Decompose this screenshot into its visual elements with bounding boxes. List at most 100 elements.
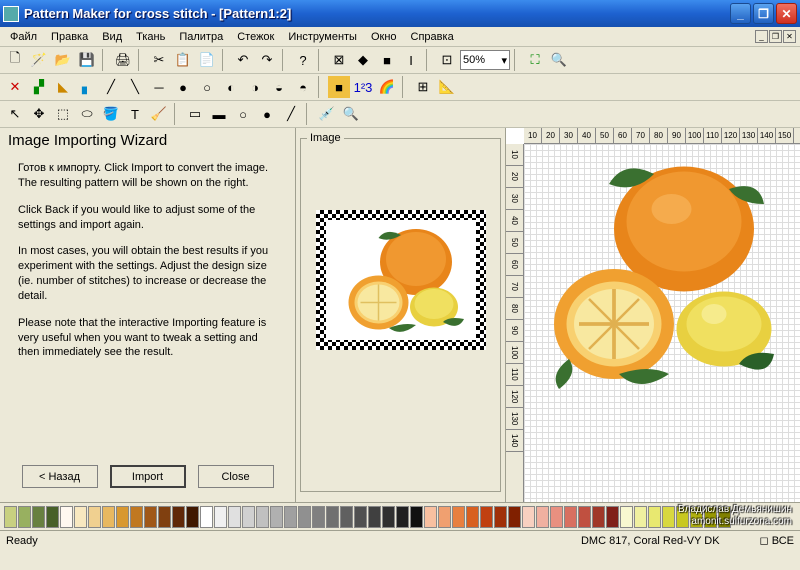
palette-color[interactable] bbox=[102, 506, 115, 528]
menu-help[interactable]: Справка bbox=[405, 29, 460, 45]
palette-color[interactable] bbox=[424, 506, 437, 528]
palette-color[interactable] bbox=[480, 506, 493, 528]
menu-palette[interactable]: Палитра bbox=[173, 29, 229, 45]
color1-icon[interactable]: ■ bbox=[328, 76, 350, 98]
mdi-restore-button[interactable]: ❐ bbox=[769, 30, 782, 43]
palette-color[interactable] bbox=[592, 506, 605, 528]
full-stitch-icon[interactable]: ✕ bbox=[4, 76, 26, 98]
mdi-minimize-button[interactable]: _ bbox=[755, 30, 768, 43]
stitch-view-icon[interactable]: ◆ bbox=[352, 49, 374, 71]
select-free-icon[interactable]: ⬭ bbox=[76, 103, 98, 125]
fit-selection-icon[interactable]: 🔍 bbox=[548, 49, 570, 71]
menu-stitch[interactable]: Стежок bbox=[231, 29, 280, 45]
palette-color[interactable] bbox=[312, 506, 325, 528]
palette-color[interactable] bbox=[228, 506, 241, 528]
palette-color[interactable] bbox=[326, 506, 339, 528]
palette-color[interactable] bbox=[214, 506, 227, 528]
wizard-icon[interactable]: 🪄 bbox=[28, 49, 50, 71]
bead-icon[interactable]: ○ bbox=[196, 76, 218, 98]
pointer-icon[interactable]: ↖ bbox=[4, 103, 26, 125]
palette-color[interactable] bbox=[186, 506, 199, 528]
palette-color[interactable] bbox=[648, 506, 661, 528]
palette-color[interactable] bbox=[256, 506, 269, 528]
palette-color[interactable] bbox=[578, 506, 591, 528]
grid-icon[interactable]: ⊞ bbox=[412, 76, 434, 98]
special4-icon[interactable]: ◓ bbox=[292, 76, 314, 98]
num-icon[interactable]: 1²3 bbox=[352, 76, 374, 98]
symbol-view-icon[interactable]: ⊠ bbox=[328, 49, 350, 71]
menu-edit[interactable]: Правка bbox=[45, 29, 94, 45]
palette-color[interactable] bbox=[144, 506, 157, 528]
maximize-button[interactable]: ❐ bbox=[753, 3, 774, 24]
rulers-icon[interactable]: 📐 bbox=[436, 76, 458, 98]
close-button[interactable]: ✕ bbox=[776, 3, 797, 24]
move-icon[interactable]: ✥ bbox=[28, 103, 50, 125]
redo-icon[interactable]: ↷ bbox=[256, 49, 278, 71]
filled-ellipse-icon[interactable]: ● bbox=[256, 103, 278, 125]
print-icon[interactable]: 🖨 bbox=[112, 49, 134, 71]
rect-icon[interactable]: ▭ bbox=[184, 103, 206, 125]
palette-color[interactable] bbox=[508, 506, 521, 528]
palette-color[interactable] bbox=[74, 506, 87, 528]
undo-icon[interactable]: ↶ bbox=[232, 49, 254, 71]
menu-file[interactable]: Файл bbox=[4, 29, 43, 45]
palette-color[interactable] bbox=[298, 506, 311, 528]
palette-color[interactable] bbox=[284, 506, 297, 528]
palette-color[interactable] bbox=[410, 506, 423, 528]
open-icon[interactable]: 📂 bbox=[52, 49, 74, 71]
palette-color[interactable] bbox=[270, 506, 283, 528]
cut-icon[interactable]: ✂ bbox=[148, 49, 170, 71]
palette-color[interactable] bbox=[60, 506, 73, 528]
text-icon[interactable]: T bbox=[124, 103, 146, 125]
palette-color[interactable] bbox=[564, 506, 577, 528]
stitch-canvas[interactable] bbox=[524, 144, 800, 502]
import-button[interactable]: Import bbox=[110, 465, 186, 488]
ellipse-icon[interactable]: ○ bbox=[232, 103, 254, 125]
palette-color[interactable] bbox=[18, 506, 31, 528]
select-rect-icon[interactable]: ⬚ bbox=[52, 103, 74, 125]
fit-icon[interactable]: ⊡ bbox=[436, 49, 458, 71]
eraser-icon[interactable]: 🧹 bbox=[148, 103, 170, 125]
color-cycle-icon[interactable]: 🌈 bbox=[376, 76, 398, 98]
fit-window-icon[interactable]: ⛶ bbox=[524, 49, 546, 71]
back-button[interactable]: < Назад bbox=[22, 465, 98, 488]
palette-color[interactable] bbox=[606, 506, 619, 528]
palette-color[interactable] bbox=[242, 506, 255, 528]
zoom-tool-icon[interactable]: 🔍 bbox=[340, 103, 362, 125]
palette-color[interactable] bbox=[536, 506, 549, 528]
palette-color[interactable] bbox=[438, 506, 451, 528]
french-knot-icon[interactable]: ● bbox=[172, 76, 194, 98]
paste-icon[interactable]: 📄 bbox=[196, 49, 218, 71]
menu-fabric[interactable]: Ткань bbox=[130, 29, 171, 45]
palette-color[interactable] bbox=[368, 506, 381, 528]
palette-color[interactable] bbox=[452, 506, 465, 528]
palette-color[interactable] bbox=[340, 506, 353, 528]
quarter-stitch-icon[interactable]: ◣ bbox=[52, 76, 74, 98]
straight-icon[interactable]: ─ bbox=[148, 76, 170, 98]
fill-icon[interactable]: 🪣 bbox=[100, 103, 122, 125]
palette-color[interactable] bbox=[4, 506, 17, 528]
help-icon[interactable]: ? bbox=[292, 49, 314, 71]
special2-icon[interactable]: ◑ bbox=[244, 76, 266, 98]
eyedropper-icon[interactable]: 💉 bbox=[316, 103, 338, 125]
special1-icon[interactable]: ◐ bbox=[220, 76, 242, 98]
palette-color[interactable] bbox=[382, 506, 395, 528]
mdi-close-button[interactable]: ✕ bbox=[783, 30, 796, 43]
palette-color[interactable] bbox=[550, 506, 563, 528]
info-view-icon[interactable]: I bbox=[400, 49, 422, 71]
palette-color[interactable] bbox=[522, 506, 535, 528]
filled-rect-icon[interactable]: ▬ bbox=[208, 103, 230, 125]
palette-color[interactable] bbox=[32, 506, 45, 528]
palette-color[interactable] bbox=[662, 506, 675, 528]
palette-color[interactable] bbox=[620, 506, 633, 528]
palette-color[interactable] bbox=[200, 506, 213, 528]
solid-view-icon[interactable]: ■ bbox=[376, 49, 398, 71]
palette-color[interactable] bbox=[354, 506, 367, 528]
petite-stitch-icon[interactable]: ▖ bbox=[76, 76, 98, 98]
palette-color[interactable] bbox=[130, 506, 143, 528]
palette-color[interactable] bbox=[88, 506, 101, 528]
palette-color[interactable] bbox=[158, 506, 171, 528]
menu-view[interactable]: Вид bbox=[96, 29, 128, 45]
palette-color[interactable] bbox=[634, 506, 647, 528]
special3-icon[interactable]: ◒ bbox=[268, 76, 290, 98]
